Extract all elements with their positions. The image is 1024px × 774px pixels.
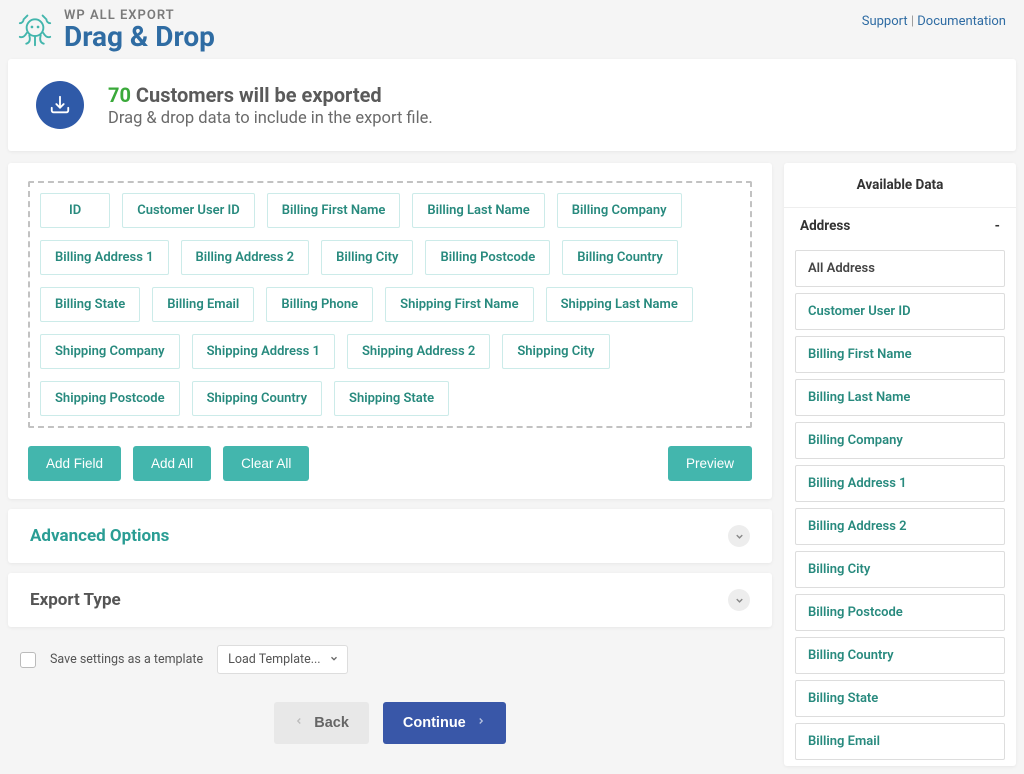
field-chip[interactable]: Billing Address 1 (40, 240, 169, 275)
available-field-item[interactable]: Billing Address 1 (795, 465, 1005, 502)
available-field-item[interactable]: Customer User ID (795, 293, 1005, 330)
collapse-icon: - (995, 218, 1000, 234)
address-group-header[interactable]: Address - (784, 207, 1016, 244)
available-field-item[interactable]: Billing Company (795, 422, 1005, 459)
documentation-link[interactable]: Documentation (917, 14, 1006, 29)
preview-button[interactable]: Preview (668, 446, 752, 481)
export-count-heading: 70 Customers will be exported (108, 83, 433, 107)
field-chip[interactable]: Billing Email (152, 287, 254, 322)
download-icon (36, 81, 84, 129)
export-summary-banner: 70 Customers will be exported Drag & dro… (8, 59, 1016, 151)
available-field-item[interactable]: All Address (795, 250, 1005, 287)
chevron-left-icon (294, 714, 304, 732)
available-field-item[interactable]: Billing First Name (795, 336, 1005, 373)
field-chip[interactable]: Shipping First Name (385, 287, 533, 322)
export-type-title: Export Type (30, 590, 121, 610)
chevron-down-icon (329, 652, 339, 667)
field-chip[interactable]: Billing Country (562, 240, 678, 275)
available-field-item[interactable]: Billing Country (795, 637, 1005, 674)
available-data-title: Available Data (784, 163, 1016, 207)
continue-button[interactable]: Continue (383, 702, 506, 744)
export-subtitle: Drag & drop data to include in the expor… (108, 109, 433, 128)
chevron-down-icon (728, 525, 750, 547)
add-field-button[interactable]: Add Field (28, 446, 121, 481)
field-chip[interactable]: Billing City (321, 240, 413, 275)
field-chip[interactable]: Shipping State (334, 381, 449, 416)
field-chip[interactable]: Billing Company (557, 193, 682, 228)
chevron-right-icon (476, 714, 486, 732)
field-chip[interactable]: Shipping Address 2 (347, 334, 490, 369)
brand-bottom-text: Drag & Drop (64, 23, 215, 51)
field-builder-card: ID Customer User ID Billing First Name Bill… (8, 163, 772, 499)
chevron-down-icon (728, 589, 750, 611)
export-type-accordion[interactable]: Export Type (8, 573, 772, 627)
field-chip[interactable]: Shipping Postcode (40, 381, 180, 416)
advanced-options-accordion[interactable]: Advanced Options (8, 509, 772, 563)
save-template-checkbox[interactable] (20, 652, 36, 668)
field-chip[interactable]: Billing State (40, 287, 140, 322)
field-chip[interactable]: Billing Phone (266, 287, 373, 322)
back-button[interactable]: Back (274, 702, 369, 744)
save-template-label: Save settings as a template (50, 652, 203, 667)
brand-logo-area: WP ALL EXPORT Drag & Drop (16, 8, 215, 51)
available-data-panel: Available Data Address - All Address Cust… (784, 163, 1016, 766)
field-chip[interactable]: Customer User ID (122, 193, 255, 228)
field-chip[interactable]: Shipping Company (40, 334, 180, 369)
available-field-item[interactable]: Billing Email (795, 723, 1005, 760)
advanced-options-title: Advanced Options (30, 526, 169, 546)
field-chip[interactable]: Shipping City (502, 334, 609, 369)
support-link[interactable]: Support (862, 14, 908, 29)
field-chip[interactable]: Billing Address 2 (181, 240, 310, 275)
load-template-select[interactable]: Load Template... (217, 645, 347, 674)
top-links: Support | Documentation (862, 14, 1006, 29)
export-count: 70 (108, 83, 131, 107)
field-chip[interactable]: ID (40, 193, 110, 228)
available-field-item[interactable]: Billing Postcode (795, 594, 1005, 631)
field-chip[interactable]: Shipping Address 1 (192, 334, 335, 369)
available-field-item[interactable]: Billing Last Name (795, 379, 1005, 416)
available-field-item[interactable]: Billing City (795, 551, 1005, 588)
field-chip[interactable]: Shipping Last Name (546, 287, 693, 322)
octopus-logo-icon (16, 11, 54, 49)
field-chip[interactable]: Billing Last Name (412, 193, 544, 228)
available-field-item[interactable]: Billing Address 2 (795, 508, 1005, 545)
field-chip[interactable]: Shipping Country (192, 381, 322, 416)
field-chip[interactable]: Billing First Name (267, 193, 401, 228)
field-chip[interactable]: Billing Postcode (425, 240, 550, 275)
clear-all-button[interactable]: Clear All (223, 446, 309, 481)
available-field-item[interactable]: Billing State (795, 680, 1005, 717)
drop-zone[interactable]: ID Customer User ID Billing First Name Bill… (28, 181, 752, 428)
add-all-button[interactable]: Add All (133, 446, 211, 481)
